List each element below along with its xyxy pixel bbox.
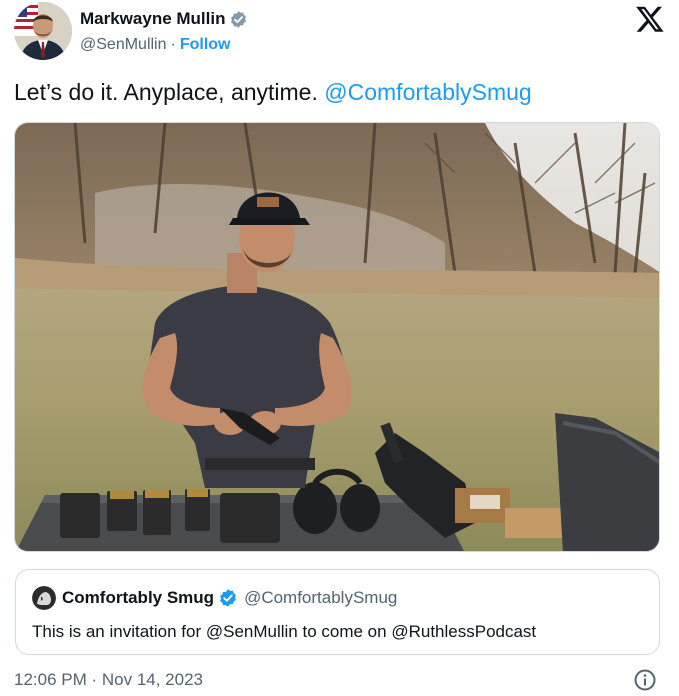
- quoted-text-before: This is an invitation for: [32, 622, 206, 641]
- quoted-verified-badge-icon: [218, 588, 238, 608]
- quoted-tweet[interactable]: Comfortably Smug @ComfortablySmug This i…: [15, 569, 660, 655]
- tweet-text: Let’s do it. Anyplace, anytime. @Comfort…: [14, 79, 532, 106]
- quoted-author-avatar[interactable]: [32, 586, 56, 610]
- info-icon[interactable]: [633, 668, 657, 692]
- tweet-photo[interactable]: [14, 122, 660, 552]
- handle-separator: ·: [170, 36, 176, 53]
- tweet-timestamp[interactable]: 12:06 PM · Nov 14, 2023: [14, 670, 203, 690]
- quoted-mention-2: @RuthlessPodcast: [391, 622, 537, 641]
- author-names: Markwayne Mullin @SenMullin · Follow: [80, 8, 248, 54]
- x-logo-icon[interactable]: [635, 4, 665, 34]
- tweet-text-body: Let’s do it. Anyplace, anytime.: [14, 79, 318, 105]
- tweet-header: Markwayne Mullin @SenMullin · Follow: [14, 2, 665, 62]
- quoted-author-display-name[interactable]: Comfortably Smug: [62, 588, 214, 608]
- tweet-mention-link[interactable]: @ComfortablySmug: [324, 79, 531, 105]
- quoted-text-middle: to come on: [297, 622, 392, 641]
- tweet-embed: Markwayne Mullin @SenMullin · Follow Let: [0, 0, 679, 696]
- verified-badge-icon: [229, 10, 248, 29]
- author-display-name[interactable]: Markwayne Mullin: [80, 9, 225, 29]
- quoted-tweet-header: Comfortably Smug @ComfortablySmug: [32, 586, 397, 610]
- author-avatar[interactable]: [14, 2, 72, 60]
- follow-button[interactable]: Follow: [180, 36, 231, 54]
- quoted-mention-1: @SenMullin: [205, 622, 298, 641]
- quoted-author-handle[interactable]: @ComfortablySmug: [244, 588, 397, 608]
- quoted-tweet-text: This is an invitation for @SenMullin to …: [32, 622, 536, 642]
- author-handle[interactable]: @SenMullin: [80, 36, 167, 54]
